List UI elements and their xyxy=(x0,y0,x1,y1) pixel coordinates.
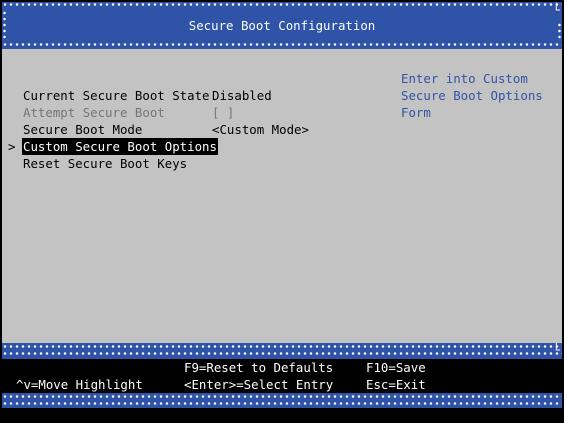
menu-item-custom-secure-boot-options[interactable]: Custom Secure Boot Options xyxy=(22,138,218,155)
footer-bottom-dots-2 xyxy=(2,402,562,405)
footer-top-dots-1 xyxy=(2,345,562,348)
page-title: Secure Boot Configuration xyxy=(188,18,376,33)
menu-item-current-secure-boot-state: Current Secure Boot State xyxy=(23,88,210,103)
select-entry-hint: <Enter>=Select Entry xyxy=(184,377,334,392)
title-band-dots-top xyxy=(2,3,562,6)
secure-boot-mode-select[interactable]: <Custom Mode> xyxy=(212,121,309,138)
title-bar: └ Secure Boot Configuration xyxy=(2,2,562,49)
current-secure-boot-state-value: Disabled xyxy=(212,88,272,103)
attempt-secure-boot-checkbox: [ ] xyxy=(212,105,235,120)
menu-item-secure-boot-mode[interactable]: Secure Boot Mode xyxy=(23,121,142,138)
help-text-line-1: Enter into Custom xyxy=(401,71,528,86)
footer-bottom-band xyxy=(2,393,562,408)
title-band-dots-bottom xyxy=(2,43,562,46)
key-help-bar: F9=Reset to Defaults F10=Save ^v=Move Hi… xyxy=(2,359,562,393)
help-text-line-3: Form xyxy=(401,105,431,120)
f10-save-hint: F10=Save xyxy=(366,360,426,375)
move-highlight-hint: ^v=Move Highlight xyxy=(16,377,143,392)
footer-corner-icon: └ xyxy=(552,343,560,357)
help-text-line-2: Secure Boot Options xyxy=(401,88,543,103)
esc-exit-hint: Esc=Exit xyxy=(366,377,426,392)
menu-item-reset-secure-boot-keys[interactable]: Reset Secure Boot Keys xyxy=(23,155,187,172)
f9-reset-hint: F9=Reset to Defaults xyxy=(184,360,334,375)
selection-cursor: > xyxy=(8,139,16,154)
menu-item-attempt-secure-boot: Attempt Secure Boot xyxy=(23,105,165,120)
scroll-corner-icon: └ xyxy=(552,3,560,17)
footer-top-dots-2 xyxy=(2,352,562,355)
bios-screen: └ Secure Boot Configuration > Current Se… xyxy=(2,2,562,408)
footer-top-band: └ xyxy=(2,343,562,359)
footer-bottom-dots-1 xyxy=(2,395,562,398)
